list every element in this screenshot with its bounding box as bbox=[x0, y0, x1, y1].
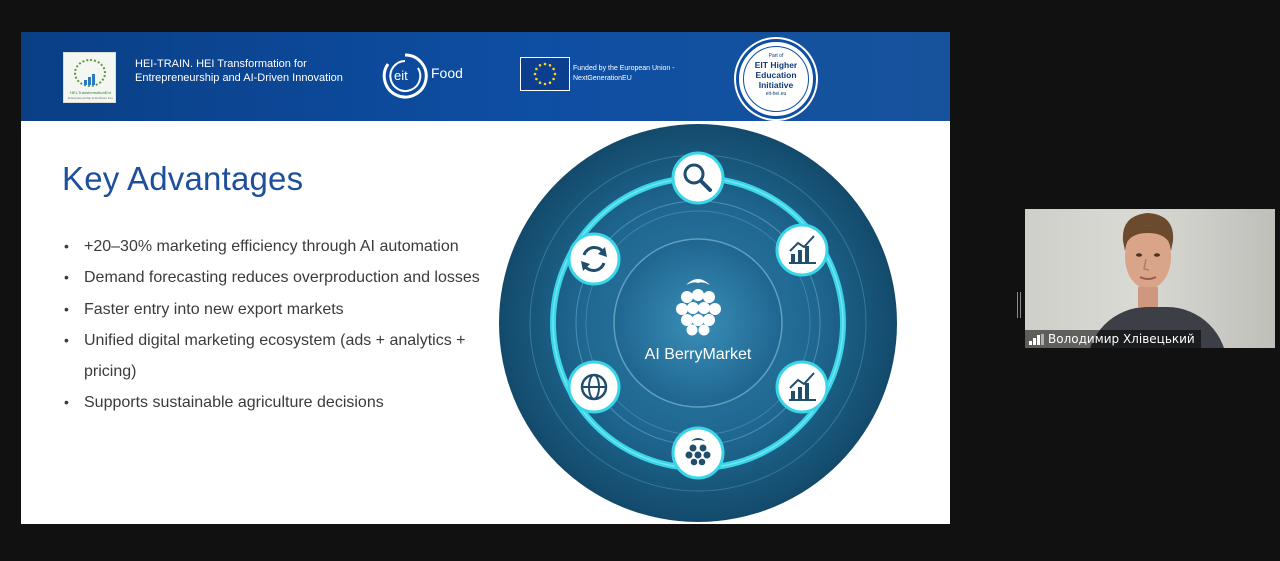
badge-url: eit-hei.eu bbox=[765, 91, 787, 97]
list-item: Demand forecasting reduces overproductio… bbox=[63, 262, 483, 294]
eu-line2: NextGenerationEU bbox=[573, 75, 632, 82]
project-title: HEI-TRAIN. HEI Transformation for Entrep… bbox=[135, 57, 375, 85]
eit-hei-badge: Part of EIT Higher Education Initiative … bbox=[736, 39, 816, 119]
shared-slide: HEI-TransformationEnt Entrepreneurship &… bbox=[21, 32, 950, 524]
food-text: Food bbox=[431, 65, 463, 81]
project-title-line1: HEI-TRAIN. HEI Transformation for bbox=[135, 58, 307, 70]
advantages-list: +20–30% marketing efficiency through AI … bbox=[63, 231, 483, 419]
eu-funding-text: Funded by the European Union - NextGener… bbox=[573, 64, 703, 84]
project-title-line2: Entrepreneurship and AI-Driven Innovatio… bbox=[135, 72, 343, 84]
eu-flag-icon bbox=[520, 57, 570, 91]
raspberry-icon bbox=[671, 426, 725, 480]
eit-text: eit bbox=[394, 68, 408, 83]
badge-initiative-name: EIT Higher Education Initiative bbox=[754, 60, 798, 90]
participant-name: Володимир Хлівецький bbox=[1048, 332, 1195, 346]
panel-resize-handle[interactable] bbox=[1017, 292, 1021, 318]
slide-title: Key Advantages bbox=[62, 160, 304, 197]
graphic-center-label: AI BerryMarket bbox=[645, 346, 752, 363]
logo-bars-icon bbox=[84, 67, 98, 85]
logo-subcaption: Entrepreneurship & AI-Driven Innovation bbox=[68, 96, 113, 100]
logo-caption: HEI-TransformationEnt bbox=[70, 90, 111, 95]
eu-line1: Funded by the European Union - bbox=[573, 65, 675, 72]
eit-circle-icon: eit bbox=[382, 53, 428, 99]
participant-video-tile[interactable]: Володимир Хлівецький bbox=[1025, 209, 1275, 348]
globe-icon bbox=[567, 360, 621, 414]
eit-food-logo: eit Food bbox=[380, 51, 480, 101]
list-item: Faster entry into new export markets bbox=[63, 294, 483, 326]
chart-icon bbox=[775, 223, 829, 277]
hei-train-logo: HEI-TransformationEnt Entrepreneurship &… bbox=[63, 52, 116, 103]
slide-header: HEI-TransformationEnt Entrepreneurship &… bbox=[21, 32, 950, 121]
ai-berrymarket-graphic: AI BerryMarket bbox=[498, 123, 898, 523]
list-item: Supports sustainable agriculture decisio… bbox=[63, 387, 483, 419]
search-icon bbox=[671, 151, 725, 205]
participant-face bbox=[1122, 213, 1174, 307]
list-item: +20–30% marketing efficiency through AI … bbox=[63, 231, 483, 263]
badge-part-of: Part of bbox=[768, 53, 784, 59]
chart-icon bbox=[775, 360, 829, 414]
participant-name-bar: Володимир Хлівецький bbox=[1025, 330, 1201, 348]
signal-strength-icon bbox=[1029, 333, 1044, 345]
list-item: Unified digital marketing ecosystem (ads… bbox=[63, 325, 483, 388]
eu-funding-block: Funded by the European Union - NextGener… bbox=[520, 57, 700, 93]
refresh-icon bbox=[567, 232, 621, 286]
meeting-stage: HEI-TransformationEnt Entrepreneurship &… bbox=[0, 0, 1280, 561]
